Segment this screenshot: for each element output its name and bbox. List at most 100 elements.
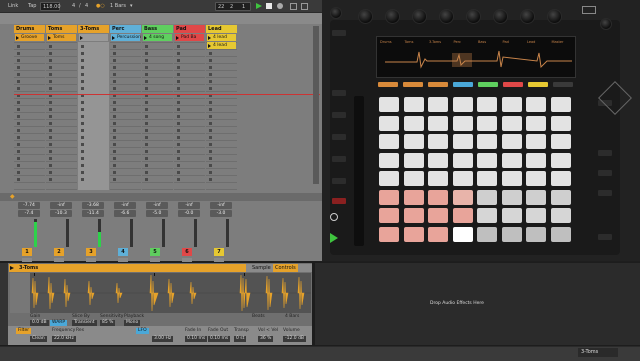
status-track-name[interactable]: 3-Toms (578, 348, 618, 357)
clip-stop-icon[interactable] (113, 59, 116, 62)
peak-readout[interactable]: -5.0 (146, 210, 168, 217)
clip-play-icon[interactable] (176, 35, 179, 40)
track-activator[interactable]: 4 (118, 248, 128, 256)
clip-stop-icon[interactable] (17, 122, 20, 125)
clip-stop-icon[interactable] (177, 178, 180, 181)
volume-readout[interactable]: -inf (114, 202, 136, 209)
clip-stop-icon[interactable] (17, 66, 20, 69)
clip-stop-icon[interactable] (49, 178, 52, 181)
fade-in-value[interactable]: 0.10 ms (185, 336, 208, 342)
clip-stop-icon[interactable] (113, 115, 116, 118)
clip-stop-icon[interactable] (81, 143, 84, 146)
clip-stop-icon[interactable] (177, 150, 180, 153)
lfo-toggle[interactable]: LFO (136, 328, 149, 334)
clip-play-icon[interactable] (208, 35, 211, 40)
clip-stop-icon[interactable] (113, 150, 116, 153)
overdub-icon[interactable] (290, 3, 297, 10)
clip-stop-icon[interactable] (49, 150, 52, 153)
lfo-rate-value[interactable]: 3.00 Hz (152, 336, 174, 342)
clip-stop-icon[interactable] (145, 73, 148, 76)
clip-play-icon[interactable] (144, 35, 147, 40)
peak-readout[interactable]: -7.4 (18, 210, 40, 217)
stop-icon[interactable] (266, 3, 272, 9)
arrangement-position[interactable]: 22 2 1 (215, 2, 251, 11)
tab-sample[interactable]: Sample (252, 265, 271, 271)
clip-stop-icon[interactable] (145, 164, 148, 167)
clip-stop-icon[interactable] (17, 129, 20, 132)
clip-stop-icon[interactable] (209, 143, 212, 146)
clip-stop-icon[interactable] (113, 80, 116, 83)
clip-stop-icon[interactable] (177, 129, 180, 132)
fade-out-value[interactable]: 0.10 ms (208, 336, 231, 342)
track-header[interactable]: 3-Toms (78, 25, 109, 33)
clip-stop-icon[interactable] (113, 73, 116, 76)
clip-stop-icon[interactable] (17, 115, 20, 118)
tempo-field[interactable]: 118.00 (40, 2, 61, 11)
clip-stop-icon[interactable] (209, 150, 212, 153)
clip-stop-icon[interactable] (113, 129, 116, 132)
clip-stop-icon[interactable] (113, 178, 116, 181)
peak-readout[interactable]: -10.3 (50, 210, 72, 217)
clip-stop-icon[interactable] (49, 73, 52, 76)
peak-readout[interactable]: -11.4 (82, 210, 104, 217)
clip-stop-icon[interactable] (145, 87, 148, 90)
clip-stop-icon[interactable] (17, 178, 20, 181)
clip-stop-icon[interactable] (177, 80, 180, 83)
clip-stop-icon[interactable] (17, 87, 20, 90)
clip-play-icon[interactable] (80, 35, 83, 40)
track-header[interactable]: Bass (142, 25, 173, 33)
clip-stop-icon[interactable] (81, 66, 84, 69)
clip-stop-icon[interactable] (113, 122, 116, 125)
clip-stop-icon[interactable] (49, 108, 52, 111)
track-activator[interactable]: 3 (86, 248, 96, 256)
clip-stop-icon[interactable] (49, 80, 52, 83)
clip-stop-icon[interactable] (17, 108, 20, 111)
volume-readout[interactable]: -inf (210, 202, 232, 209)
clip-stop-icon[interactable] (49, 157, 52, 160)
quantize-menu[interactable]: 1 Bars (110, 3, 126, 9)
clip-stop-icon[interactable] (81, 87, 84, 90)
clip[interactable]: Pad Ba (175, 34, 204, 41)
clip-stop-icon[interactable] (209, 87, 212, 90)
record-icon[interactable] (277, 3, 283, 9)
clip-stop-icon[interactable] (113, 164, 116, 167)
clip-stop-icon[interactable] (81, 157, 84, 160)
clip-stop-icon[interactable] (177, 157, 180, 160)
clip-stop-icon[interactable] (49, 129, 52, 132)
track-header[interactable]: Toms (46, 25, 77, 33)
clip[interactable]: Toms (47, 34, 76, 41)
clip-stop-icon[interactable] (209, 122, 212, 125)
clip-stop-icon[interactable] (177, 52, 180, 55)
sig-denominator[interactable]: 4 (85, 3, 88, 9)
peak-readout[interactable]: -0.0 (178, 210, 200, 217)
track-header[interactable]: Drums (14, 25, 45, 33)
clip-stop-icon[interactable] (49, 59, 52, 62)
clip-stop-icon[interactable] (145, 66, 148, 69)
clip-stop-icon[interactable] (49, 171, 52, 174)
clip-play-icon[interactable] (48, 35, 51, 40)
filter-toggle[interactable]: Filter (16, 328, 32, 334)
clip-stop-icon[interactable] (145, 80, 148, 83)
clip-stop-icon[interactable] (145, 59, 148, 62)
clip-stop-icon[interactable] (145, 45, 148, 48)
clip-stop-icon[interactable] (177, 143, 180, 146)
clip-stop-icon[interactable] (209, 178, 212, 181)
clip[interactable]: 4 song (143, 34, 172, 41)
clip[interactable]: Groove (15, 34, 44, 41)
clip-stop-icon[interactable] (49, 164, 52, 167)
volume-readout[interactable]: -inf (146, 202, 168, 209)
clip-stop-icon[interactable] (17, 164, 20, 167)
track-header[interactable]: Lead (206, 25, 237, 33)
track-activator[interactable]: 6 (182, 248, 192, 256)
clip-stop-icon[interactable] (145, 108, 148, 111)
peak-readout[interactable]: -6.6 (114, 210, 136, 217)
clip-stop-icon[interactable] (49, 87, 52, 90)
clip[interactable]: 4 lead (207, 42, 236, 49)
clip-stop-icon[interactable] (177, 171, 180, 174)
clip-stop-icon[interactable] (49, 115, 52, 118)
clip-stop-icon[interactable] (113, 52, 116, 55)
clip-stop-icon[interactable] (145, 129, 148, 132)
clip-stop-icon[interactable] (81, 101, 84, 104)
clip-stop-icon[interactable] (17, 52, 20, 55)
clip-stop-icon[interactable] (209, 80, 212, 83)
